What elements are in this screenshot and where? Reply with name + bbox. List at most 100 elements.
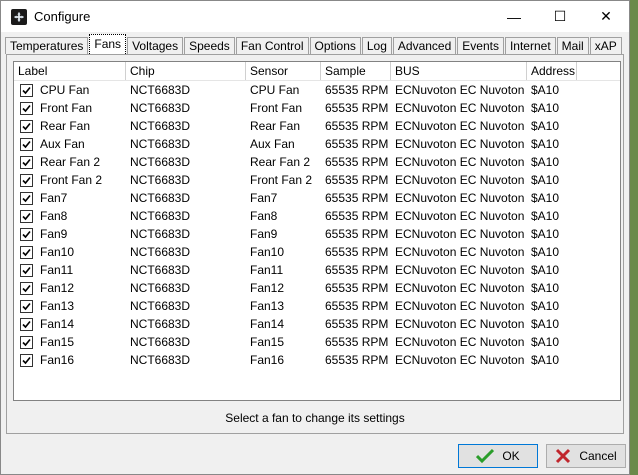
row-label-text: Fan15 (40, 335, 75, 349)
table-row[interactable]: Rear Fan 2 NCT6683D Rear Fan 2 65535 RPM ECN… (14, 153, 620, 171)
row-chip: NCT6683D (130, 299, 191, 313)
table-row[interactable]: Fan9 NCT6683D Fan9 65535 RPM ECNuvoton EC Nu… (14, 225, 620, 243)
minimize-button[interactable]: — (491, 1, 537, 32)
row-bus: ECNuvoton EC Nuvoton (395, 101, 525, 115)
tab-log[interactable]: Log (361, 37, 392, 54)
tab-temperatures[interactable]: Temperatures (5, 37, 89, 54)
check-mark-icon (22, 302, 31, 310)
row-checkbox[interactable] (20, 83, 33, 97)
tab-mail[interactable]: Mail (556, 37, 589, 54)
row-label: Fan14 (14, 315, 126, 333)
table-row[interactable]: Aux Fan NCT6683D Aux Fan 65535 RPM ECNuvoton… (14, 135, 620, 153)
tab-internet[interactable]: Internet (504, 37, 556, 54)
column-header-chip[interactable]: Chip (126, 62, 246, 80)
row-label-text: Aux Fan (40, 137, 85, 151)
row-checkbox[interactable] (20, 191, 33, 205)
tab-voltages[interactable]: Voltages (127, 37, 184, 54)
row-checkbox[interactable] (20, 317, 33, 331)
row-chip: NCT6683D (130, 101, 191, 115)
row-bus: ECNuvoton EC Nuvoton (395, 281, 525, 295)
configure-window: Configure — ☐ ✕ Temperatures Fans Voltag… (0, 0, 630, 475)
column-header-sensor[interactable]: Sensor (246, 62, 321, 80)
ok-button[interactable]: OK (458, 444, 538, 468)
row-sample: 65535 RPM (325, 335, 389, 349)
table-row[interactable]: Front Fan 2 NCT6683D Front Fan 2 65535 RPM E… (14, 171, 620, 189)
row-sample: 65535 RPM (325, 137, 389, 151)
maximize-icon: ☐ (553, 8, 567, 24)
row-sample: 65535 RPM (325, 263, 389, 277)
row-checkbox[interactable] (20, 353, 33, 367)
row-checkbox[interactable] (20, 137, 33, 151)
ok-button-label: OK (502, 449, 520, 463)
row-checkbox[interactable] (20, 173, 33, 187)
row-chip: NCT6683D (130, 353, 191, 367)
row-bus: ECNuvoton EC Nuvoton (395, 317, 525, 331)
row-checkbox[interactable] (20, 101, 33, 115)
row-checkbox[interactable] (20, 263, 33, 277)
title-bar[interactable]: Configure — ☐ ✕ (1, 1, 629, 32)
row-address: $A10 (531, 245, 560, 259)
row-bus: ECNuvoton EC Nuvoton (395, 263, 525, 277)
row-sample: 65535 RPM (325, 317, 389, 331)
row-label-text: Fan12 (40, 281, 75, 295)
row-label: Fan8 (14, 207, 126, 225)
fans-list[interactable]: Label Chip Sensor Sample BUS Address CPU… (13, 61, 621, 401)
row-checkbox[interactable] (20, 209, 33, 223)
table-row[interactable]: Fan12 NCT6683D Fan12 65535 RPM ECNuvoton EC … (14, 279, 620, 297)
cancel-button[interactable]: Cancel (546, 444, 626, 468)
table-row[interactable]: Fan16 NCT6683D Fan16 65535 RPM ECNuvoton EC … (14, 351, 620, 369)
table-row[interactable]: Fan7 NCT6683D Fan7 65535 RPM ECNuvoton EC Nu… (14, 189, 620, 207)
row-address: $A10 (531, 155, 560, 169)
row-address: $A10 (531, 317, 560, 331)
row-sample: 65535 RPM (325, 227, 389, 241)
close-button[interactable]: ✕ (583, 1, 629, 32)
table-row[interactable]: Front Fan NCT6683D Front Fan 65535 RPM ECNuv… (14, 99, 620, 117)
table-row[interactable]: Rear Fan NCT6683D Rear Fan 65535 RPM ECNuvot… (14, 117, 620, 135)
tab-events[interactable]: Events (457, 37, 504, 54)
row-label-text: Fan10 (40, 245, 75, 259)
row-checkbox[interactable] (20, 119, 33, 133)
check-mark-icon (22, 122, 31, 130)
tab-xap[interactable]: xAP (589, 37, 622, 54)
cancel-button-label: Cancel (579, 449, 617, 463)
table-row[interactable]: Fan10 NCT6683D Fan10 65535 RPM ECNuvoton EC … (14, 243, 620, 261)
row-checkbox[interactable] (20, 227, 33, 241)
tab-fans[interactable]: Fans (89, 34, 127, 54)
row-checkbox[interactable] (20, 299, 33, 313)
row-chip: NCT6683D (130, 137, 191, 151)
table-row[interactable]: Fan15 NCT6683D Fan15 65535 RPM ECNuvoton EC … (14, 333, 620, 351)
row-sample: 65535 RPM (325, 299, 389, 313)
check-mark-icon (22, 266, 31, 274)
column-header-bus[interactable]: BUS (391, 62, 527, 80)
row-sensor: Fan10 (250, 245, 285, 259)
table-row[interactable]: Fan11 NCT6683D Fan11 65535 RPM ECNuvoton EC … (14, 261, 620, 279)
table-row[interactable]: Fan13 NCT6683D Fan13 65535 RPM ECNuvoton EC … (14, 297, 620, 315)
fan-app-icon (11, 8, 27, 25)
table-row[interactable]: Fan8 NCT6683D Fan8 65535 RPM ECNuvoton EC Nu… (14, 207, 620, 225)
row-checkbox[interactable] (20, 245, 33, 259)
maximize-button[interactable]: ☐ (537, 1, 583, 32)
row-chip: NCT6683D (130, 173, 191, 187)
row-label-text: Fan16 (40, 353, 75, 367)
row-sample: 65535 RPM (325, 353, 389, 367)
column-header-label[interactable]: Label (14, 62, 126, 80)
tab-options[interactable]: Options (309, 37, 361, 54)
row-sensor: Fan7 (250, 191, 278, 205)
tab-speeds[interactable]: Speeds (184, 37, 235, 54)
column-header-address[interactable]: Address (527, 62, 577, 80)
row-bus: ECNuvoton EC Nuvoton (395, 245, 525, 259)
column-header-sample[interactable]: Sample (321, 62, 391, 80)
table-row[interactable]: Fan14 NCT6683D Fan14 65535 RPM ECNuvoton EC … (14, 315, 620, 333)
row-checkbox[interactable] (20, 335, 33, 349)
row-bus: ECNuvoton EC Nuvoton (395, 299, 525, 313)
row-checkbox[interactable] (20, 281, 33, 295)
row-sample: 65535 RPM (325, 155, 389, 169)
tab-fan-control[interactable]: Fan Control (235, 37, 309, 54)
table-row[interactable]: CPU Fan NCT6683D CPU Fan 65535 RPM ECNuvoton… (14, 81, 620, 99)
row-sensor: Rear Fan (250, 119, 301, 133)
row-bus: ECNuvoton EC Nuvoton (395, 353, 525, 367)
row-sample: 65535 RPM (325, 173, 389, 187)
tab-advanced[interactable]: Advanced (392, 37, 457, 54)
row-sample: 65535 RPM (325, 83, 389, 97)
row-checkbox[interactable] (20, 155, 33, 169)
